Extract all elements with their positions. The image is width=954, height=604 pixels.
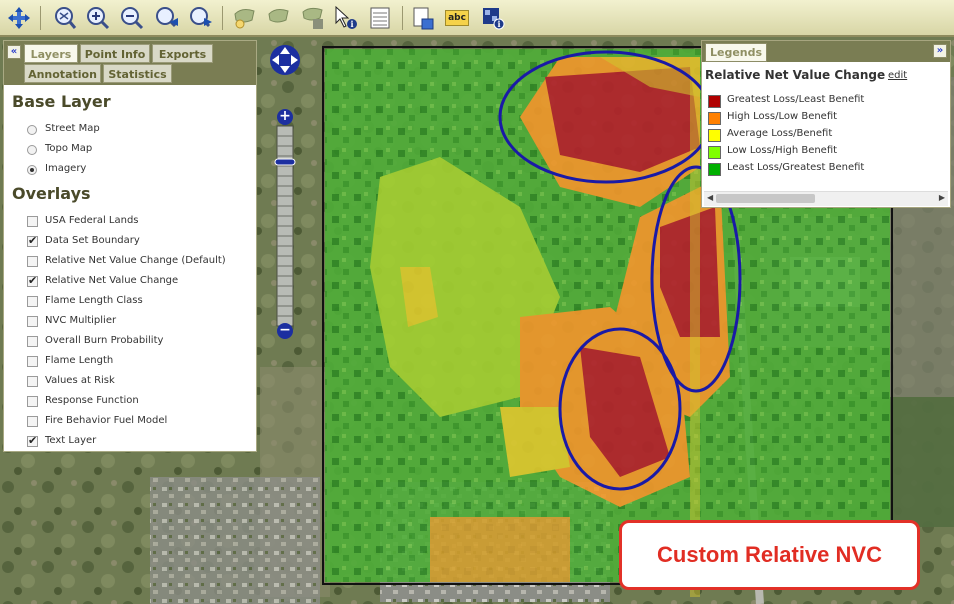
tab-annotation[interactable]: Annotation — [24, 64, 101, 83]
labels-icon[interactable]: abc — [444, 5, 470, 31]
radio-button[interactable] — [27, 125, 37, 135]
tab-legends[interactable]: Legends — [705, 43, 767, 62]
overlay-label: Relative Net Value Change (Default) — [45, 255, 226, 266]
legend-swatch — [708, 163, 721, 176]
zoom-slider-handle[interactable] — [274, 158, 296, 166]
zoom-out-label: − — [279, 322, 291, 338]
radio-button[interactable] — [27, 145, 37, 155]
layers-panel: « Layers Point Info Exports Annotation S… — [3, 40, 257, 452]
legend-panel: Legends » Relative Net Value Change edit… — [701, 40, 951, 208]
overlay-label: Text Layer — [45, 435, 97, 446]
checkbox[interactable] — [27, 296, 38, 307]
radio-button-selected[interactable] — [27, 165, 37, 175]
legend-title: Relative Net Value Change — [705, 68, 886, 82]
tab-exports[interactable]: Exports — [152, 44, 213, 63]
scroll-right-icon[interactable]: ▶ — [939, 193, 945, 202]
export-map-icon[interactable] — [410, 5, 436, 31]
custom-nvc-callout: Custom Relative NVC — [619, 520, 920, 590]
base-layer-label: Street Map — [45, 123, 100, 134]
overlay-label: USA Federal Lands — [45, 215, 139, 226]
checkbox[interactable] — [27, 336, 38, 347]
overlay-label: NVC Multiplier — [45, 315, 117, 326]
zoom-control: + − — [269, 44, 301, 344]
checkbox-checked[interactable] — [27, 274, 38, 287]
legend-edit-link[interactable]: edit — [888, 70, 907, 81]
tab-point-info[interactable]: Point Info — [80, 44, 150, 63]
scrollbar-thumb[interactable] — [716, 194, 815, 203]
checkbox[interactable] — [27, 316, 38, 327]
pan-tool-icon[interactable] — [6, 5, 32, 31]
attribute-table-icon[interactable] — [367, 5, 393, 31]
overlay-label: Values at Risk — [45, 375, 115, 386]
zoom-out-icon[interactable] — [118, 5, 144, 31]
overlay-label: Overall Burn Probability — [45, 335, 164, 346]
legend-item: Low Loss/High Benefit — [708, 144, 938, 161]
legend-item-label: Low Loss/High Benefit — [727, 145, 838, 156]
checkbox[interactable] — [27, 416, 38, 427]
svg-text:i: i — [350, 19, 353, 29]
checkbox[interactable] — [27, 216, 38, 227]
checkbox[interactable] — [27, 256, 38, 267]
selection-info-icon[interactable] — [300, 5, 326, 31]
legend-swatch — [708, 146, 721, 159]
base-layer-heading: Base Layer — [12, 92, 111, 111]
checkbox-checked[interactable] — [27, 234, 38, 247]
legend-header: Legends » — [702, 41, 950, 62]
previous-extent-icon[interactable] — [154, 5, 180, 31]
tab-statistics[interactable]: Statistics — [103, 64, 172, 83]
collapse-panel-button[interactable]: « — [7, 45, 21, 59]
map-info-icon[interactable]: i — [480, 5, 506, 31]
collapse-legend-button[interactable]: » — [933, 44, 947, 58]
legend-item: Average Loss/Benefit — [708, 127, 938, 144]
checkbox-checked[interactable] — [27, 434, 38, 447]
overlay-label: Relative Net Value Change — [45, 275, 179, 286]
base-layer-label: Imagery — [45, 163, 87, 174]
overlays-heading: Overlays — [12, 184, 91, 203]
scroll-left-icon[interactable]: ◀ — [707, 193, 713, 202]
overlay-label: Response Function — [45, 395, 139, 406]
overlay-label: Flame Length Class — [45, 295, 143, 306]
checkbox[interactable] — [27, 396, 38, 407]
next-extent-icon[interactable] — [188, 5, 214, 31]
legend-item-label: High Loss/Low Benefit — [727, 111, 838, 122]
legend-swatch — [708, 129, 721, 142]
overlay-label: Data Set Boundary — [45, 235, 140, 246]
identify-icon[interactable]: i — [333, 5, 359, 31]
zoom-in-label: + — [279, 108, 291, 124]
legend-horizontal-scrollbar[interactable]: ◀ ▶ — [704, 191, 948, 206]
pan-control[interactable] — [270, 45, 300, 75]
checkbox[interactable] — [27, 376, 38, 387]
legend-swatch — [708, 95, 721, 108]
legend-swatch — [708, 112, 721, 125]
legend-item-label: Average Loss/Benefit — [727, 128, 833, 139]
map-toolbar: i abc i — [0, 0, 954, 37]
legend-item: High Loss/Low Benefit — [708, 110, 938, 127]
zoom-in-icon[interactable] — [84, 5, 110, 31]
labels-icon-text: abc — [445, 10, 469, 26]
panel-tab-strip: « Layers Point Info Exports Annotation S… — [4, 41, 256, 85]
tab-layers[interactable]: Layers — [24, 44, 78, 63]
zoom-full-extent-icon[interactable] — [51, 5, 77, 31]
select-features-icon[interactable] — [232, 5, 258, 31]
overlay-label: Flame Length — [45, 355, 114, 366]
svg-text:i: i — [497, 19, 500, 29]
legend-item-label: Greatest Loss/Least Benefit — [727, 94, 865, 105]
legend-item-label: Least Loss/Greatest Benefit — [727, 162, 865, 173]
legend-item: Greatest Loss/Least Benefit — [708, 93, 938, 110]
overlay-label: Fire Behavior Fuel Model — [45, 415, 168, 426]
clear-selection-icon[interactable] — [266, 5, 292, 31]
base-layer-label: Topo Map — [45, 143, 93, 154]
legend-item: Least Loss/Greatest Benefit — [708, 161, 938, 178]
checkbox[interactable] — [27, 356, 38, 367]
callout-text: Custom Relative NVC — [657, 542, 882, 567]
